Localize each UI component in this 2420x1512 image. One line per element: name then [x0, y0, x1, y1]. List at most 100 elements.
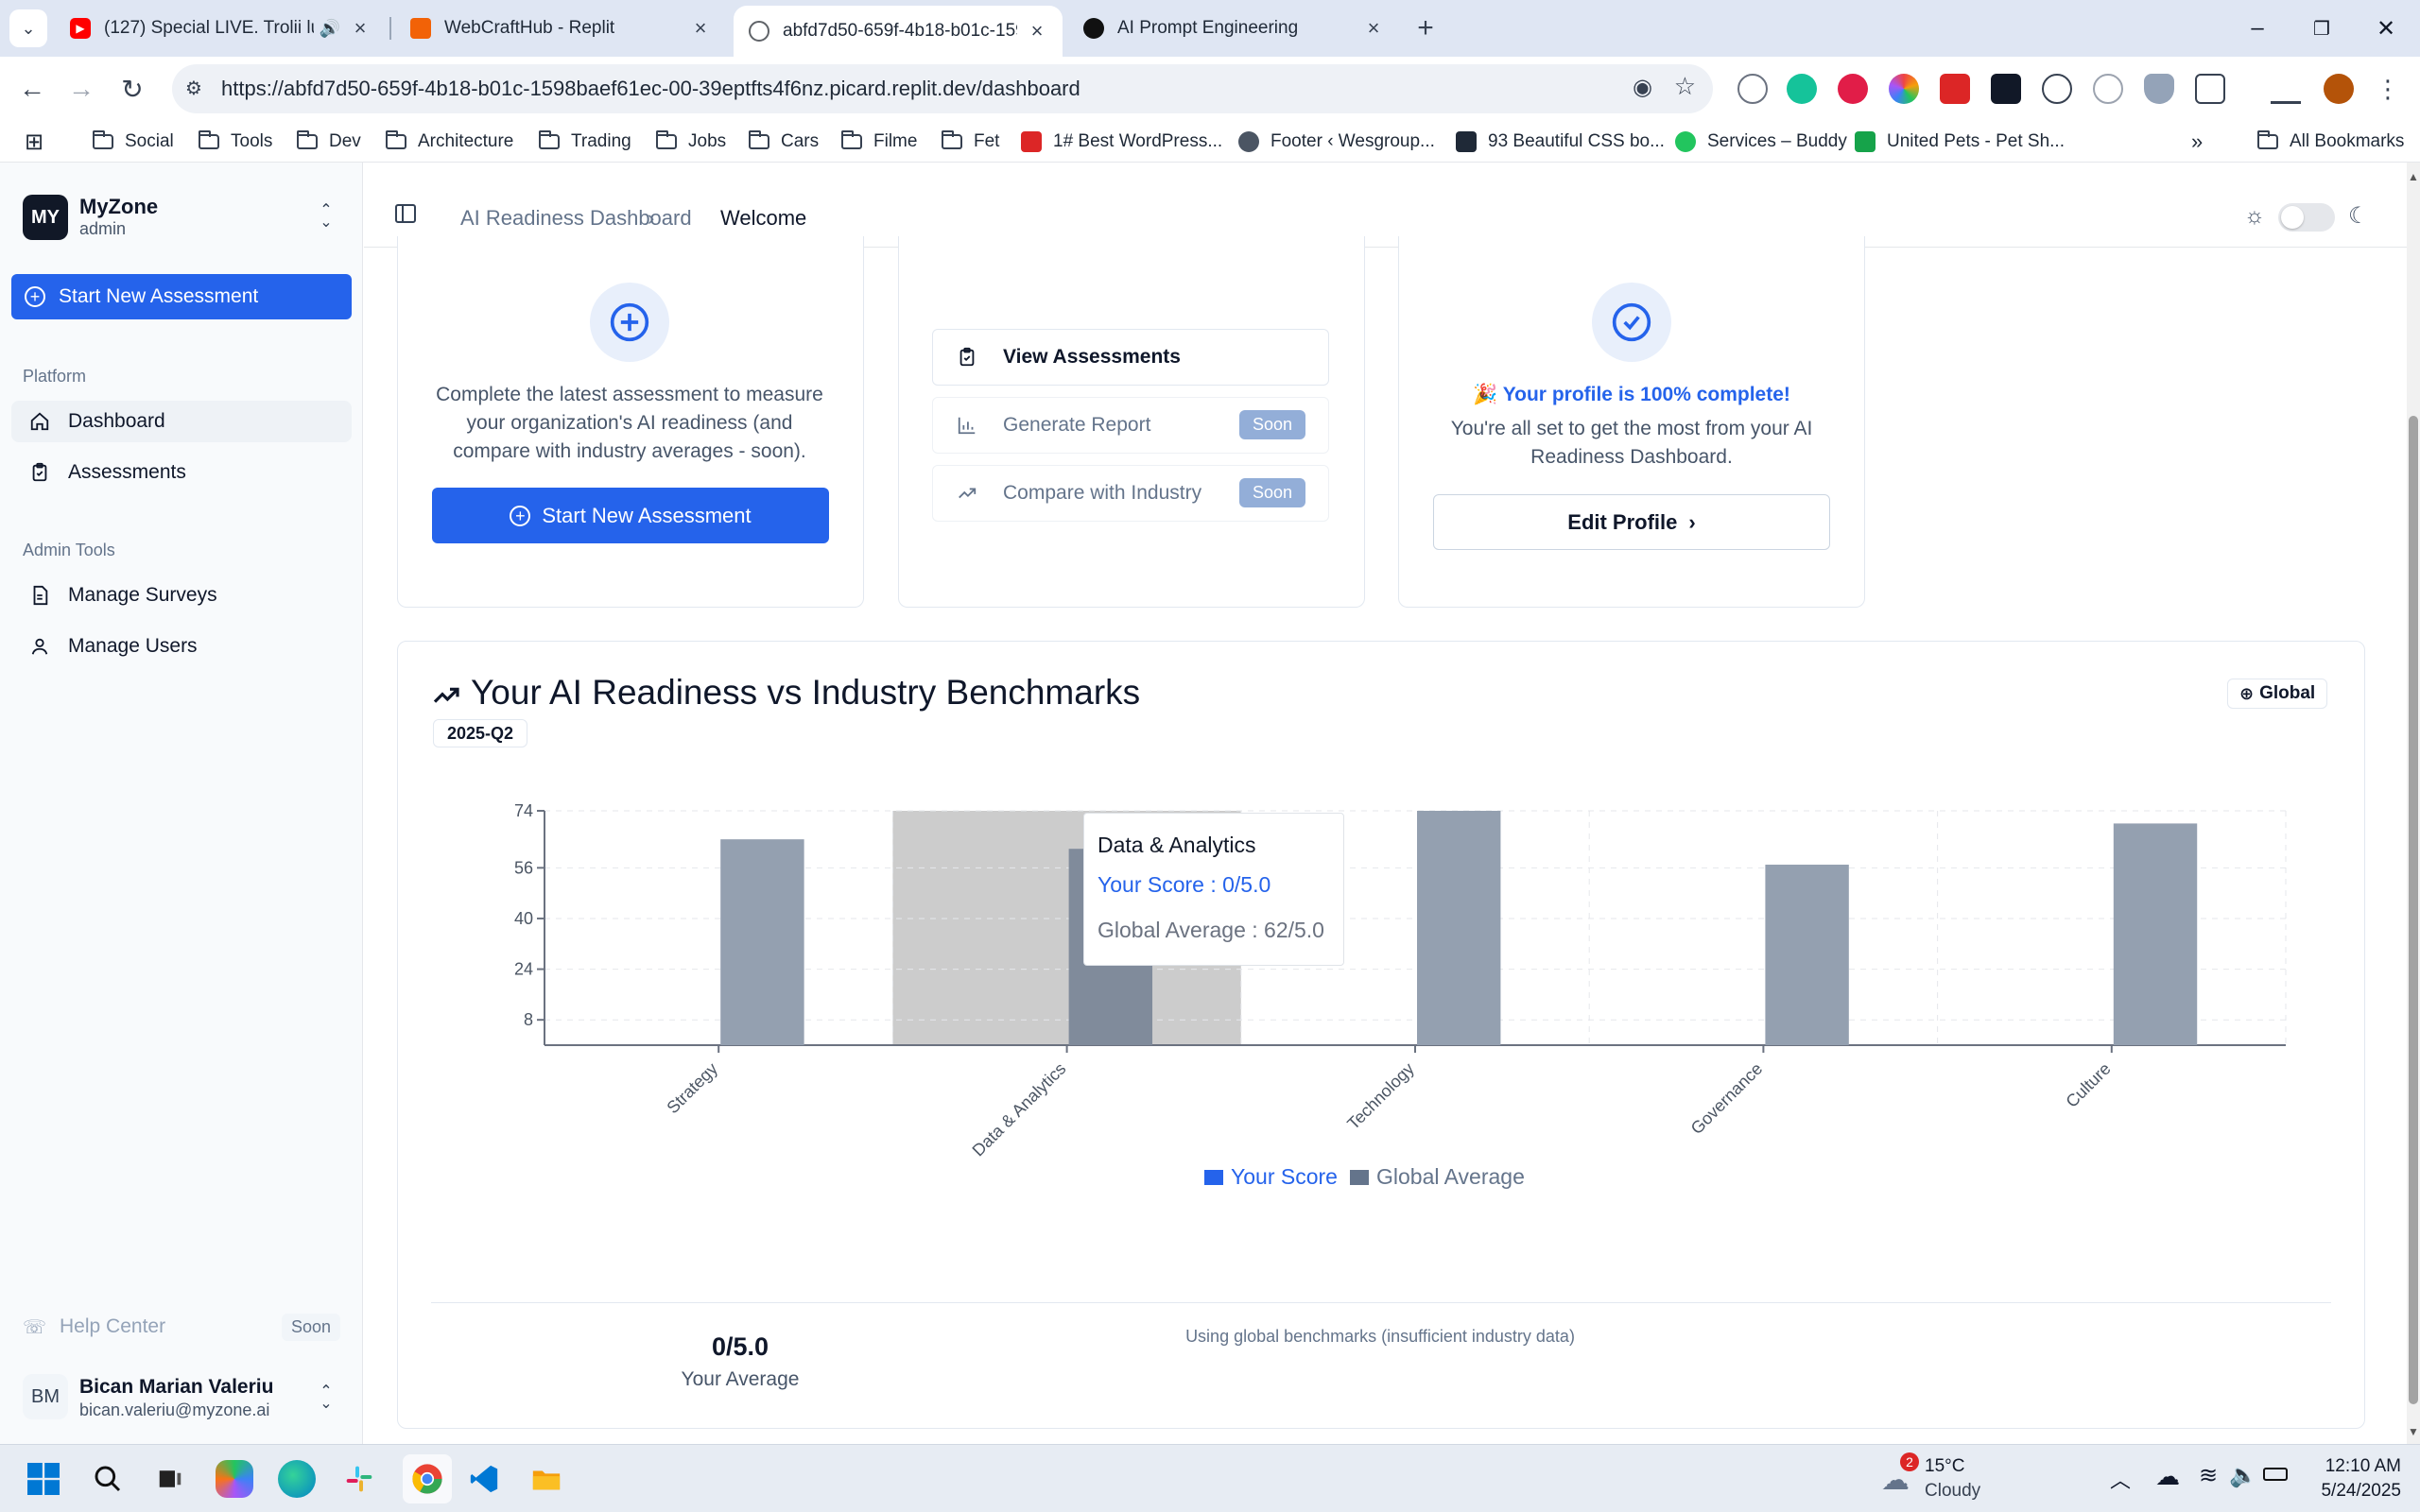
- font-extension-icon[interactable]: [1991, 74, 2021, 104]
- volume-icon[interactable]: 🔈: [2229, 1462, 2257, 1489]
- bookmark-link[interactable]: Footer ‹ Wesgroup...: [1238, 129, 1435, 155]
- browser-menu-icon[interactable]: ⋮: [2369, 70, 2407, 108]
- youtube-icon: ▶: [70, 18, 91, 39]
- tab-search-chevron-icon[interactable]: ⌄: [9, 9, 47, 47]
- media-icon[interactable]: [2271, 74, 2301, 104]
- site-logo-icon: [1238, 131, 1259, 152]
- bookmark-folder[interactable]: Social: [93, 129, 174, 155]
- extension-icon[interactable]: [1737, 74, 1768, 104]
- close-icon[interactable]: ×: [690, 16, 711, 41]
- sidebar-toggle-icon[interactable]: [395, 204, 416, 223]
- windows-start-icon[interactable]: [25, 1460, 62, 1498]
- avatar[interactable]: BM: [23, 1374, 68, 1419]
- onedrive-cloud-icon[interactable]: ☁: [2155, 1462, 2180, 1491]
- tab-youtube[interactable]: ▶ (127) Special LIVE. Trolii lui P 🔊 ×: [55, 8, 386, 49]
- extension-red-icon[interactable]: [1838, 74, 1868, 104]
- task-view-icon[interactable]: [151, 1460, 189, 1498]
- edge-icon[interactable]: [278, 1460, 316, 1498]
- start-assessment-button[interactable]: + Start New Assessment: [432, 488, 829, 543]
- speaker-icon[interactable]: 🔊: [320, 19, 340, 39]
- close-icon[interactable]: ×: [1027, 19, 1047, 43]
- bookmark-star-icon[interactable]: ☆: [1674, 72, 1696, 101]
- tab-separator: [389, 17, 391, 40]
- close-icon[interactable]: ×: [350, 16, 371, 41]
- legend-your-score[interactable]: Your Score: [1204, 1164, 1338, 1190]
- plus-circle-icon: [590, 283, 669, 362]
- bookmark-link[interactable]: 1# Best WordPress...: [1021, 129, 1222, 155]
- tab-replit[interactable]: WebCraftHub - Replit ×: [395, 8, 726, 49]
- more-bookmarks-icon[interactable]: »: [2191, 129, 2203, 155]
- bookmark-label: Trading: [571, 131, 631, 151]
- sidebar-item-manage-surveys[interactable]: Manage Surveys: [11, 575, 352, 616]
- bookmark-folder[interactable]: Fet: [942, 129, 999, 155]
- bookmark-folder[interactable]: Cars: [749, 129, 819, 155]
- user-menu-chevron-icon[interactable]: ⌃ ⌄: [316, 1384, 337, 1414]
- button-label: View Assessments: [1003, 346, 1181, 368]
- tray-chevron-up-icon[interactable]: ︿: [2110, 1464, 2131, 1494]
- minimize-icon[interactable]: –: [2229, 8, 2286, 49]
- sidebar-item-manage-users[interactable]: Manage Users: [11, 626, 352, 667]
- new-tab-plus-icon[interactable]: +: [1407, 9, 1444, 47]
- sidebar-item-assessments[interactable]: Assessments: [11, 452, 352, 493]
- scrollbar-thumb[interactable]: [2409, 416, 2418, 1404]
- vscode-icon[interactable]: [465, 1460, 503, 1498]
- bookmark-link[interactable]: United Pets - Pet Sh...: [1855, 129, 2065, 155]
- back-arrow-icon[interactable]: ←: [13, 70, 51, 108]
- breadcrumb-root[interactable]: AI Readiness Dashboard: [460, 206, 692, 231]
- bookmark-folder[interactable]: Trading: [539, 129, 631, 155]
- bookmark-folder[interactable]: Tools: [199, 129, 272, 155]
- clock-time[interactable]: 12:10 AM: [2288, 1456, 2401, 1477]
- compass-extension-icon[interactable]: [2093, 74, 2123, 104]
- window-close-icon[interactable]: ✕: [2358, 8, 2414, 49]
- scroll-down-arrow-icon[interactable]: ▼: [2408, 1425, 2419, 1438]
- bug-extension-icon[interactable]: [2042, 74, 2072, 104]
- bookmark-folder[interactable]: Jobs: [656, 129, 726, 155]
- address-bar[interactable]: ⚙ https://abfd7d50-659f-4b18-b01c-1598ba…: [172, 64, 1713, 113]
- bookmark-folder[interactable]: Architecture: [386, 129, 513, 155]
- bookmark-folder[interactable]: Filme: [841, 129, 917, 155]
- legend-label: Global Average: [1376, 1164, 1525, 1189]
- bookmark-folder[interactable]: Dev: [297, 129, 361, 155]
- bookmark-link[interactable]: Services – Buddy: [1675, 129, 1847, 155]
- legend-global-average[interactable]: Global Average: [1350, 1164, 1525, 1190]
- clock-date[interactable]: 5/24/2025: [2288, 1481, 2401, 1502]
- tab-dashboard-active[interactable]: abfd7d50-659f-4b18-b01c-159 ×: [734, 6, 1063, 57]
- all-bookmarks[interactable]: All Bookmarks: [2257, 129, 2404, 155]
- reload-icon[interactable]: ↻: [113, 70, 151, 108]
- sidebar-start-assessment-button[interactable]: + Start New Assessment: [11, 274, 352, 319]
- folder-icon: [539, 130, 560, 149]
- view-assessments-button[interactable]: View Assessments: [932, 329, 1329, 386]
- folder-icon: [297, 130, 318, 149]
- scope-selector[interactable]: ⊕ Global: [2227, 679, 2328, 709]
- edit-profile-button[interactable]: Edit Profile ›: [1433, 494, 1830, 550]
- extension-red-square-icon[interactable]: [1940, 74, 1970, 104]
- profile-headline: 🎉 Your profile is 100% complete!: [1418, 381, 1845, 409]
- profile-avatar-icon[interactable]: [2324, 74, 2354, 104]
- puzzle-extensions-icon[interactable]: [2195, 74, 2225, 104]
- apps-grid-icon[interactable]: ⊞: [25, 129, 43, 155]
- soon-badge: Soon: [281, 1314, 340, 1341]
- tab-prompt-engineering[interactable]: AI Prompt Engineering ×: [1068, 8, 1399, 49]
- theme-toggle[interactable]: [2278, 203, 2335, 232]
- site-settings-icon[interactable]: ⚙: [185, 77, 202, 100]
- restore-icon[interactable]: ❐: [2293, 8, 2350, 49]
- wifi-icon[interactable]: ≋: [2199, 1462, 2218, 1489]
- chrome-icon[interactable]: [403, 1454, 452, 1503]
- sidebar-item-dashboard[interactable]: Dashboard: [11, 401, 352, 442]
- bookmark-link[interactable]: 93 Beautiful CSS bo...: [1456, 129, 1665, 155]
- app-sidebar: MY MyZone admin ⌃ ⌄ + Start New Assessmen…: [0, 163, 363, 1444]
- shield-extension-icon[interactable]: [2144, 74, 2174, 104]
- scroll-up-arrow-icon[interactable]: ▲: [2408, 170, 2419, 183]
- battery-icon[interactable]: [2263, 1468, 2288, 1481]
- forward-arrow-icon[interactable]: →: [62, 70, 100, 108]
- replit-icon: [410, 18, 431, 39]
- close-icon[interactable]: ×: [1363, 16, 1384, 41]
- copilot-icon[interactable]: [216, 1460, 253, 1498]
- grammarly-icon[interactable]: [1787, 74, 1817, 104]
- extension-color-icon[interactable]: [1889, 74, 1919, 104]
- eye-icon[interactable]: ◉: [1633, 74, 1652, 101]
- search-icon[interactable]: [89, 1460, 127, 1498]
- slack-icon[interactable]: [340, 1460, 378, 1498]
- org-switcher-chevron-icon[interactable]: ⌃ ⌄: [316, 203, 337, 232]
- file-explorer-icon[interactable]: [527, 1460, 565, 1498]
